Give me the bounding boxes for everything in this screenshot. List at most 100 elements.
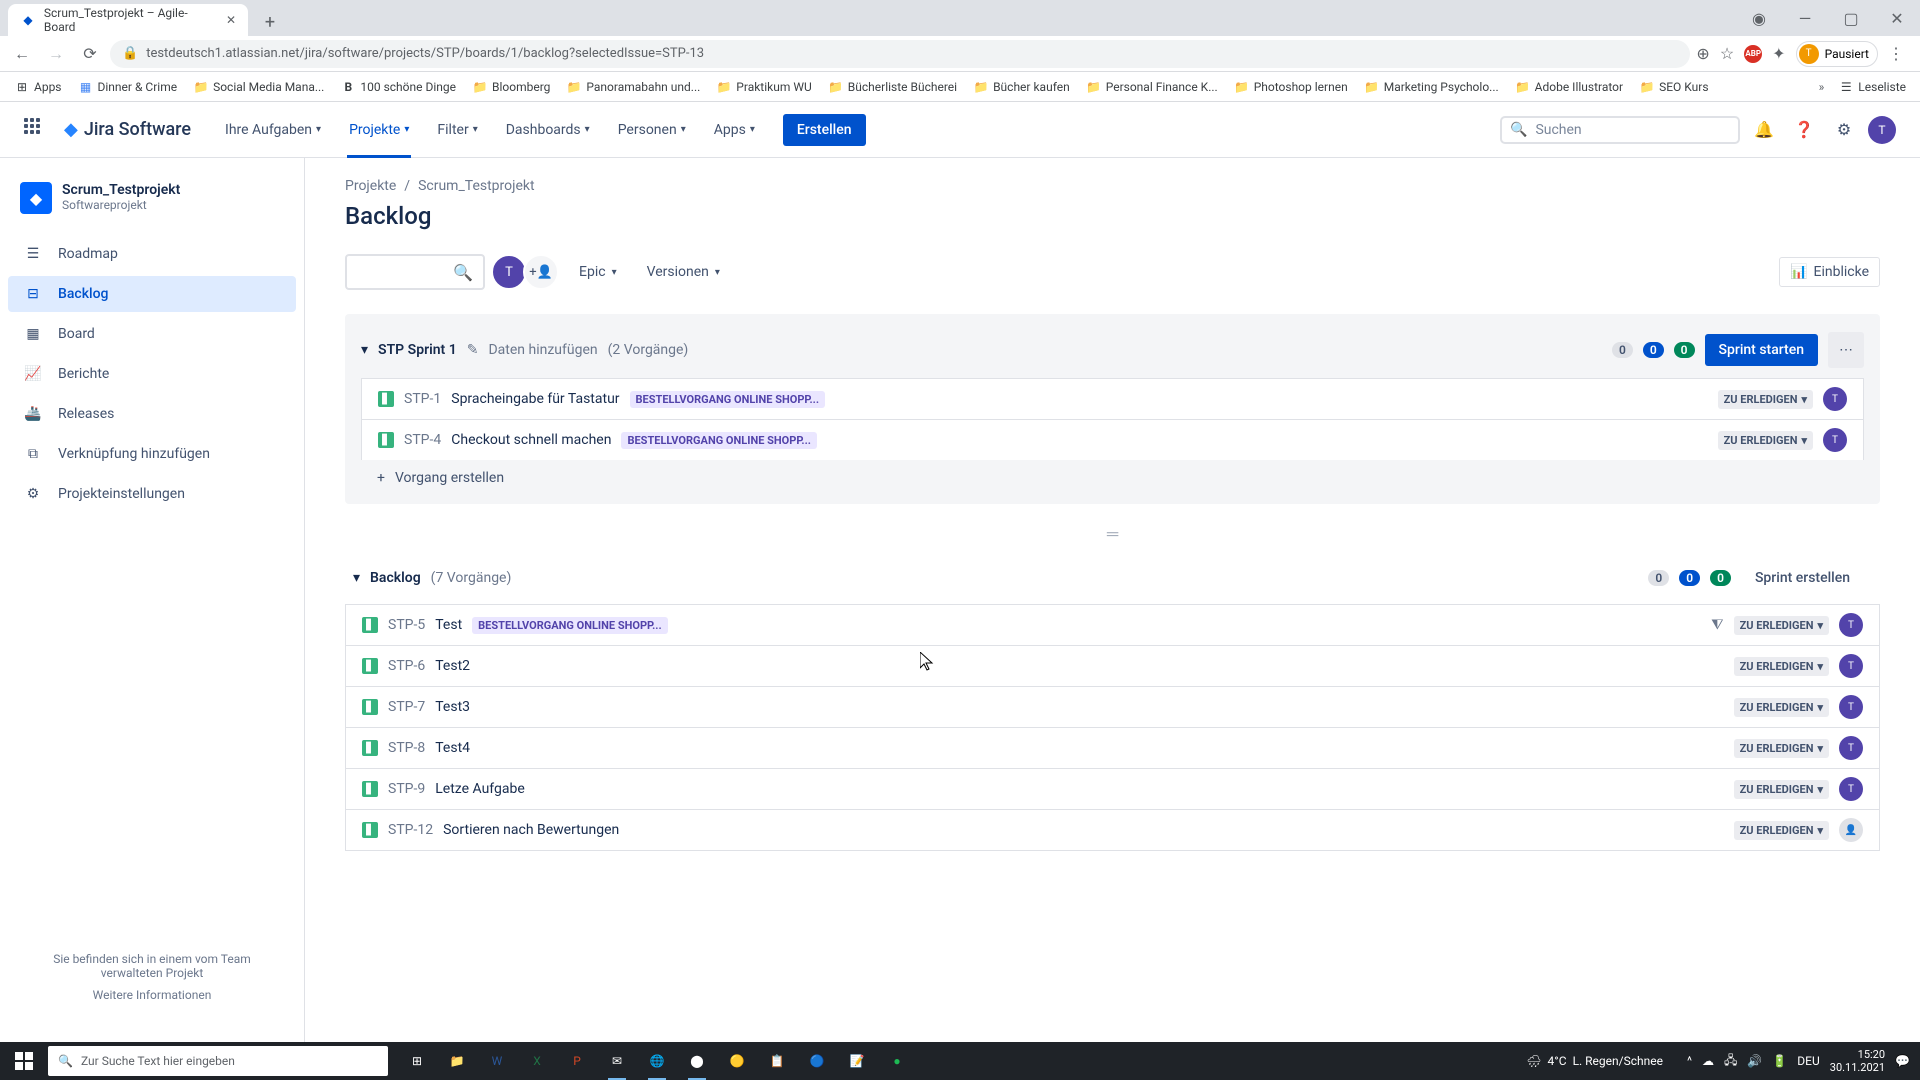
status-dropdown[interactable]: ZU ERLEDIGEN▾ <box>1734 780 1829 799</box>
issue-row[interactable]: ▋ STP-9 Letze Aufgabe ZU ERLEDIGEN▾ T <box>345 768 1880 809</box>
battery-icon[interactable]: 🔋 <box>1772 1054 1787 1068</box>
epic-badge[interactable]: BESTELLVORGANG ONLINE SHOPP... <box>472 617 668 634</box>
bookmark-item[interactable]: 📁Personal Finance K... <box>1080 79 1224 95</box>
board-search-input[interactable]: 🔍 <box>345 254 485 290</box>
app-icon[interactable]: 🟡 <box>718 1042 756 1080</box>
browser-tab[interactable]: ◆ Scrum_Testprojekt – Agile-Board ✕ <box>8 4 248 36</box>
spotify-icon[interactable]: ● <box>878 1042 916 1080</box>
issue-key[interactable]: STP-5 <box>388 617 425 633</box>
epic-badge[interactable]: BESTELLVORGANG ONLINE SHOPP... <box>621 432 817 449</box>
clock[interactable]: 15:20 30.11.2021 <box>1830 1048 1885 1074</box>
bookmark-item[interactable]: 📁Bücherliste Bücherei <box>822 79 963 95</box>
word-icon[interactable]: W <box>478 1042 516 1080</box>
more-actions-button[interactable]: ⋯ <box>1828 332 1864 368</box>
notepad-icon[interactable]: 📝 <box>838 1042 876 1080</box>
bookmark-item[interactable]: 📁Bücher kaufen <box>967 79 1076 95</box>
nav-apps[interactable]: Apps▾ <box>704 102 765 158</box>
nav-your-work[interactable]: Ihre Aufgaben▾ <box>215 102 331 158</box>
issue-row[interactable]: ▋ STP-12 Sortieren nach Bewertungen ZU E… <box>345 809 1880 851</box>
crumb-projects[interactable]: Projekte <box>345 178 396 194</box>
sidebar-item-board[interactable]: ▦Board <box>8 316 296 352</box>
chrome-icon[interactable]: 🌐 <box>638 1042 676 1080</box>
powerpoint-icon[interactable]: P <box>558 1042 596 1080</box>
nav-projects[interactable]: Projekte▾ <box>339 102 419 158</box>
adblock-icon[interactable]: ABP <box>1744 45 1762 63</box>
create-issue-button[interactable]: + Vorgang erstellen <box>361 460 1864 496</box>
bookmark-item[interactable]: 📁Social Media Mana... <box>187 79 330 95</box>
close-icon[interactable]: ✕ <box>226 13 236 27</box>
issue-key[interactable]: STP-12 <box>388 822 433 838</box>
settings-icon[interactable]: ⚙ <box>1828 114 1860 146</box>
issue-key[interactable]: STP-7 <box>388 699 425 715</box>
issue-row[interactable]: ▋ STP-6 Test2 ZU ERLEDIGEN▾ T <box>345 645 1880 686</box>
bookmark-item[interactable]: 📁Adobe Illustrator <box>1509 79 1629 95</box>
task-view-button[interactable]: ⊞ <box>398 1042 436 1080</box>
issue-row[interactable]: ▋ STP-1 Spracheingabe für Tastatur BESTE… <box>361 378 1864 419</box>
status-dropdown[interactable]: ZU ERLEDIGEN▾ <box>1734 616 1829 635</box>
assignee-avatar[interactable]: T <box>1839 695 1863 719</box>
nav-people[interactable]: Personen▾ <box>608 102 696 158</box>
forward-button[interactable]: → <box>42 40 70 68</box>
bookmark-item[interactable]: 📁Praktikum WU <box>710 79 817 95</box>
add-dates-link[interactable]: Daten hinzufügen <box>488 342 597 358</box>
bookmark-item[interactable]: 📁Panoramabahn und... <box>560 79 706 95</box>
sidebar-item-reports[interactable]: 📈Berichte <box>8 356 296 392</box>
tray-chevron-icon[interactable]: ^ <box>1687 1054 1692 1068</box>
close-window-button[interactable]: ✕ <box>1874 0 1920 36</box>
assignee-avatar[interactable]: T <box>1839 736 1863 760</box>
add-people-button[interactable]: +👤 <box>523 254 559 290</box>
status-dropdown[interactable]: ZU ERLEDIGEN▾ <box>1734 739 1829 758</box>
status-dropdown[interactable]: ZU ERLEDIGEN▾ <box>1718 431 1813 450</box>
reload-button[interactable]: ⟳ <box>76 40 104 68</box>
create-sprint-button[interactable]: Sprint erstellen <box>1741 562 1864 594</box>
notifications-icon[interactable]: 🔔 <box>1748 114 1780 146</box>
bookmark-item[interactable]: 📁SEO Kurs <box>1633 79 1714 95</box>
sidebar-footer-link[interactable]: Weitere Informationen <box>24 988 280 1002</box>
status-dropdown[interactable]: ZU ERLEDIGEN▾ <box>1718 390 1813 409</box>
obs-icon[interactable]: ⬤ <box>678 1042 716 1080</box>
project-header[interactable]: ◆ Scrum_Testprojekt Softwareprojekt <box>8 182 296 234</box>
sidebar-item-roadmap[interactable]: ☰Roadmap <box>8 236 296 272</box>
apps-bookmark[interactable]: ⊞Apps <box>8 79 68 95</box>
user-avatar[interactable]: T <box>1868 116 1896 144</box>
assignee-avatar[interactable]: T <box>1839 654 1863 678</box>
sidebar-item-backlog[interactable]: ⊟Backlog <box>8 276 296 312</box>
versions-filter[interactable]: Versionen▾ <box>637 258 730 286</box>
sidebar-item-settings[interactable]: ⚙Projekteinstellungen <box>8 476 296 512</box>
epic-badge[interactable]: BESTELLVORGANG ONLINE SHOPP... <box>630 391 826 408</box>
zoom-icon[interactable]: ⊕ <box>1696 44 1709 63</box>
edit-icon[interactable]: ✎ <box>467 342 479 358</box>
reading-list[interactable]: ☰Leseliste <box>1832 79 1912 95</box>
collapse-toggle[interactable]: ▾ <box>353 570 360 586</box>
edge-icon[interactable]: 🔵 <box>798 1042 836 1080</box>
new-tab-button[interactable]: + <box>256 8 284 36</box>
issue-key[interactable]: STP-1 <box>404 391 441 407</box>
sidebar-item-releases[interactable]: 🚢Releases <box>8 396 296 432</box>
issue-key[interactable]: STP-8 <box>388 740 425 756</box>
start-button[interactable] <box>0 1042 48 1080</box>
issue-row[interactable]: ▋ STP-5 Test BESTELLVORGANG ONLINE SHOPP… <box>345 604 1880 645</box>
mail-icon[interactable]: ✉ <box>598 1042 636 1080</box>
bookmark-item[interactable]: 📁Photoshop lernen <box>1228 79 1354 95</box>
crumb-project[interactable]: Scrum_Testprojekt <box>418 178 535 194</box>
status-dropdown[interactable]: ZU ERLEDIGEN▾ <box>1734 821 1829 840</box>
app-switcher-icon[interactable] <box>24 118 48 142</box>
weather-widget[interactable]: 🌧 4°C L. Regen/Schnee <box>1526 1054 1663 1068</box>
assignee-avatar[interactable]: T <box>1823 428 1847 452</box>
issue-row[interactable]: ▋ STP-4 Checkout schnell machen BESTELLV… <box>361 419 1864 460</box>
app-icon[interactable]: 📋 <box>758 1042 796 1080</box>
bookmark-item[interactable]: 📁Bloomberg <box>466 79 556 95</box>
search-input[interactable]: 🔍 Suchen <box>1500 116 1740 144</box>
sprint-name[interactable]: STP Sprint 1 <box>378 342 457 358</box>
epic-filter[interactable]: Epic▾ <box>569 258 627 286</box>
star-icon[interactable]: ☆ <box>1720 44 1734 63</box>
insights-button[interactable]: 📊Einblicke <box>1779 257 1880 287</box>
volume-icon[interactable]: 🔊 <box>1747 1054 1762 1068</box>
help-icon[interactable]: ❓ <box>1788 114 1820 146</box>
url-field[interactable]: 🔒 testdeutsch1.atlassian.net/jira/softwa… <box>110 40 1690 68</box>
excel-icon[interactable]: X <box>518 1042 556 1080</box>
nav-filters[interactable]: Filter▾ <box>427 102 487 158</box>
network-icon[interactable]: 🖧 <box>1724 1051 1737 1072</box>
jira-logo[interactable]: ◆ Jira Software <box>64 119 191 140</box>
tree-icon[interactable]: ⧨ <box>1711 617 1724 633</box>
